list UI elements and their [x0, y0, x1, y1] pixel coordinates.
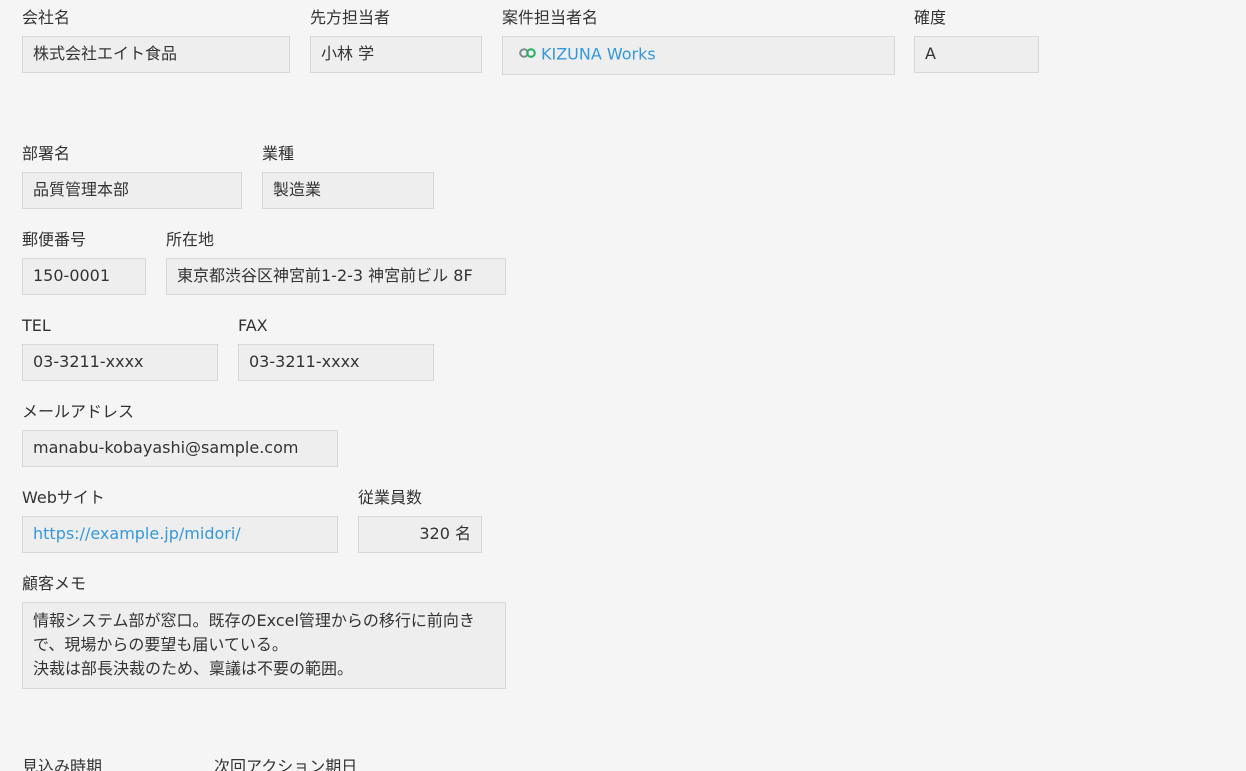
confidence-value: A [914, 36, 1039, 73]
fax-value: 03-3211-xxxx [238, 344, 434, 381]
website-link[interactable]: https://example.jp/midori/ [22, 516, 338, 553]
expected-period-field: 見込み時期 [22, 758, 202, 771]
website-label: Webサイト [22, 488, 105, 507]
postal-code-field: 郵便番号 150-0001 [22, 231, 146, 295]
fax-field: FAX 03-3211-xxxx [238, 317, 434, 381]
industry-label: 業種 [262, 144, 295, 163]
postal-code-label: 郵便番号 [22, 230, 87, 249]
customer-memo-value: 情報システム部が窓口。既存のExcel管理からの移行に前向き で、現場からの要望… [22, 602, 506, 689]
kizuna-user-icon [518, 42, 537, 66]
fax-label: FAX [238, 316, 268, 335]
email-field: メールアドレス manabu-kobayashi@sample.com [22, 403, 338, 467]
case-owner-field: 案件担当者名 KIZUNA Works [502, 9, 895, 75]
company-name-value: 株式会社エイト食品 [22, 36, 290, 73]
website-field: Webサイト https://example.jp/midori/ [22, 489, 338, 553]
employees-label: 従業員数 [358, 488, 423, 507]
tel-field: TEL 03-3211-xxxx [22, 317, 218, 381]
next-action-date-label: 次回アクション期日 [214, 758, 358, 771]
case-owner-value: KIZUNA Works [502, 36, 895, 75]
case-owner-label: 案件担当者名 [502, 8, 599, 27]
industry-field: 業種 製造業 [262, 145, 434, 209]
employees-value: 320 名 [358, 516, 482, 553]
confidence-label: 確度 [914, 8, 947, 27]
confidence-field: 確度 A [914, 9, 1039, 73]
department-field: 部署名 品質管理本部 [22, 145, 242, 209]
address-field: 所在地 東京都渋谷区神宮前1-2-3 神宮前ビル 8F [166, 231, 506, 295]
client-contact-value: 小林 学 [310, 36, 482, 73]
customer-memo-field: 顧客メモ 情報システム部が窓口。既存のExcel管理からの移行に前向き で、現場… [22, 575, 506, 689]
company-name-label: 会社名 [22, 8, 71, 27]
department-value: 品質管理本部 [22, 172, 242, 209]
email-value: manabu-kobayashi@sample.com [22, 430, 338, 467]
customer-memo-label: 顧客メモ [22, 574, 87, 593]
address-value: 東京都渋谷区神宮前1-2-3 神宮前ビル 8F [166, 258, 506, 295]
next-action-date-field: 次回アクション期日 [214, 758, 434, 771]
industry-value: 製造業 [262, 172, 434, 209]
client-contact-label: 先方担当者 [310, 8, 391, 27]
company-name-field: 会社名 株式会社エイト食品 [22, 9, 290, 73]
client-contact-field: 先方担当者 小林 学 [310, 9, 482, 73]
expected-period-label: 見込み時期 [22, 758, 103, 771]
case-owner-user-link[interactable]: KIZUNA Works [541, 45, 656, 64]
record-detail-page: 会社名 株式会社エイト食品 先方担当者 小林 学 案件担当者名 KIZUNA W… [0, 0, 1246, 771]
address-label: 所在地 [166, 230, 215, 249]
postal-code-value: 150-0001 [22, 258, 146, 295]
employees-field: 従業員数 320 名 [358, 489, 482, 553]
department-label: 部署名 [22, 144, 71, 163]
email-label: メールアドレス [22, 402, 135, 421]
tel-value: 03-3211-xxxx [22, 344, 218, 381]
tel-label: TEL [22, 316, 51, 335]
